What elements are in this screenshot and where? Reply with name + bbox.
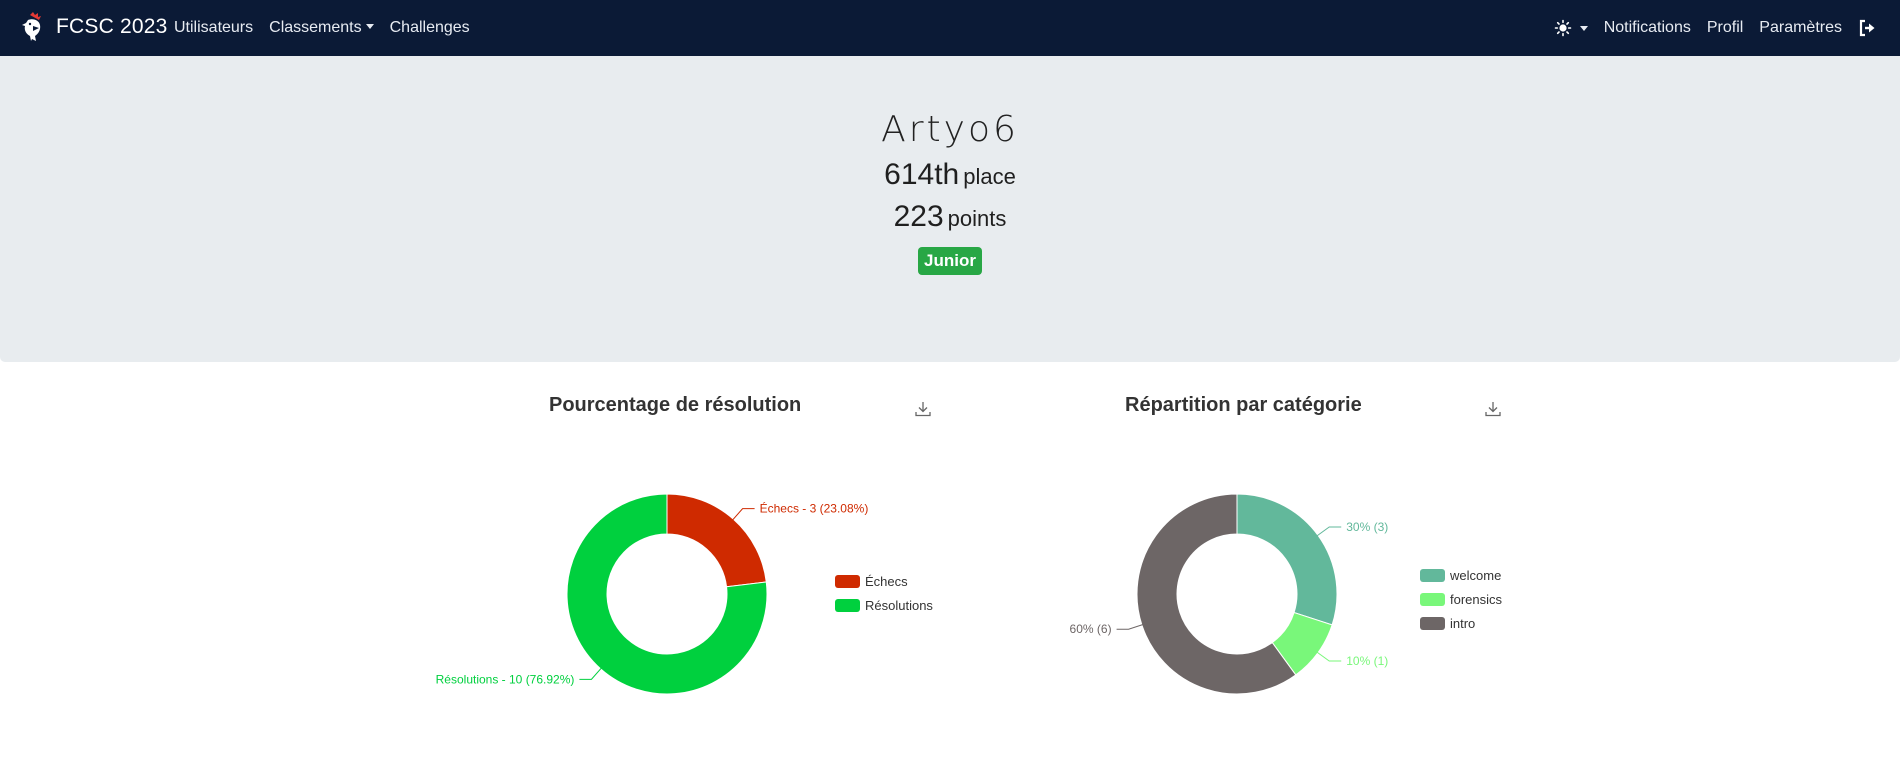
leader-line — [1315, 651, 1342, 662]
username: Artyo6 — [881, 109, 1019, 150]
donut-chart-svg: 30% (3) 10% (1) 60% (6) welcome forensics int… — [1070, 493, 1503, 695]
legend-swatch[interactable] — [835, 575, 860, 588]
points-line: 223 points — [0, 200, 1900, 234]
slice-label: 60% (6) — [1070, 622, 1112, 636]
nav-classements-dropdown[interactable]: Classements — [269, 19, 374, 37]
slice-label: Échecs - 3 (23.08%) — [760, 501, 869, 516]
rank-label: place — [963, 164, 1016, 189]
user-nav: Notifications Profil Paramètres — [1554, 0, 1876, 56]
badge-wrapper: Junior — [0, 247, 1900, 275]
nav-notifications[interactable]: Notifications — [1604, 19, 1691, 37]
brand-link[interactable]: FCSC 2023 — [21, 12, 168, 42]
nav-classements-label: Classements — [269, 19, 362, 36]
legend-swatch[interactable] — [1420, 617, 1445, 630]
leader-line — [579, 667, 603, 680]
category-chart: Répartition par catégorie 30% (3) 10% (1)… — [978, 390, 1503, 710]
legend-label[interactable]: Résolutions — [865, 598, 933, 613]
chevron-down-icon — [365, 24, 374, 29]
legend-swatch[interactable] — [835, 599, 860, 612]
donut-slice-échecs[interactable] — [666, 493, 767, 588]
sun-icon — [1554, 19, 1571, 37]
nav-parametres[interactable]: Paramètres — [1759, 19, 1842, 37]
legend-swatch[interactable] — [1420, 569, 1445, 582]
legend-label[interactable]: Échecs — [865, 574, 908, 589]
slice-label: 10% (1) — [1346, 654, 1388, 668]
logout-icon[interactable] — [1858, 19, 1876, 37]
chevron-down-icon — [1579, 25, 1588, 31]
legend-label[interactable]: forensics — [1450, 592, 1503, 607]
leader-line — [1116, 623, 1144, 630]
leader-line — [731, 508, 755, 521]
brand-title: FCSC 2023 — [56, 15, 168, 38]
rank-value: 614th — [884, 158, 960, 191]
legend-label[interactable]: intro — [1450, 616, 1475, 631]
main-nav: Utilisateurs Classements Challenges — [174, 0, 486, 56]
donut-slice-welcome[interactable] — [1236, 493, 1338, 626]
resolution-chart: Pourcentage de résolution Échecs - 3 (23… — [408, 390, 933, 710]
points-value: 223 — [893, 200, 944, 233]
nav-utilisateurs[interactable]: Utilisateurs — [174, 19, 253, 37]
legend-label[interactable]: welcome — [1449, 568, 1501, 583]
rank-line: 614th place — [0, 158, 1900, 192]
legend-swatch[interactable] — [1420, 593, 1445, 606]
nav-profil[interactable]: Profil — [1707, 19, 1743, 37]
points-label: points — [947, 206, 1007, 231]
slice-label: 30% (3) — [1346, 520, 1388, 534]
top-navbar: FCSC 2023 Utilisateurs Classements Chall… — [0, 0, 1900, 56]
profile-header: Artyo6 614th place 223 points Junior — [0, 56, 1900, 362]
leader-line — [1315, 526, 1342, 537]
theme-toggle-dropdown[interactable] — [1554, 19, 1588, 37]
category-badge: Junior — [918, 247, 982, 275]
nav-challenges[interactable]: Challenges — [390, 19, 470, 37]
rooster-logo-icon — [22, 12, 41, 41]
donut-chart-svg: Échecs - 3 (23.08%) Résolutions - 10 (76.… — [436, 493, 933, 695]
slice-label: Résolutions - 10 (76.92%) — [436, 672, 575, 686]
